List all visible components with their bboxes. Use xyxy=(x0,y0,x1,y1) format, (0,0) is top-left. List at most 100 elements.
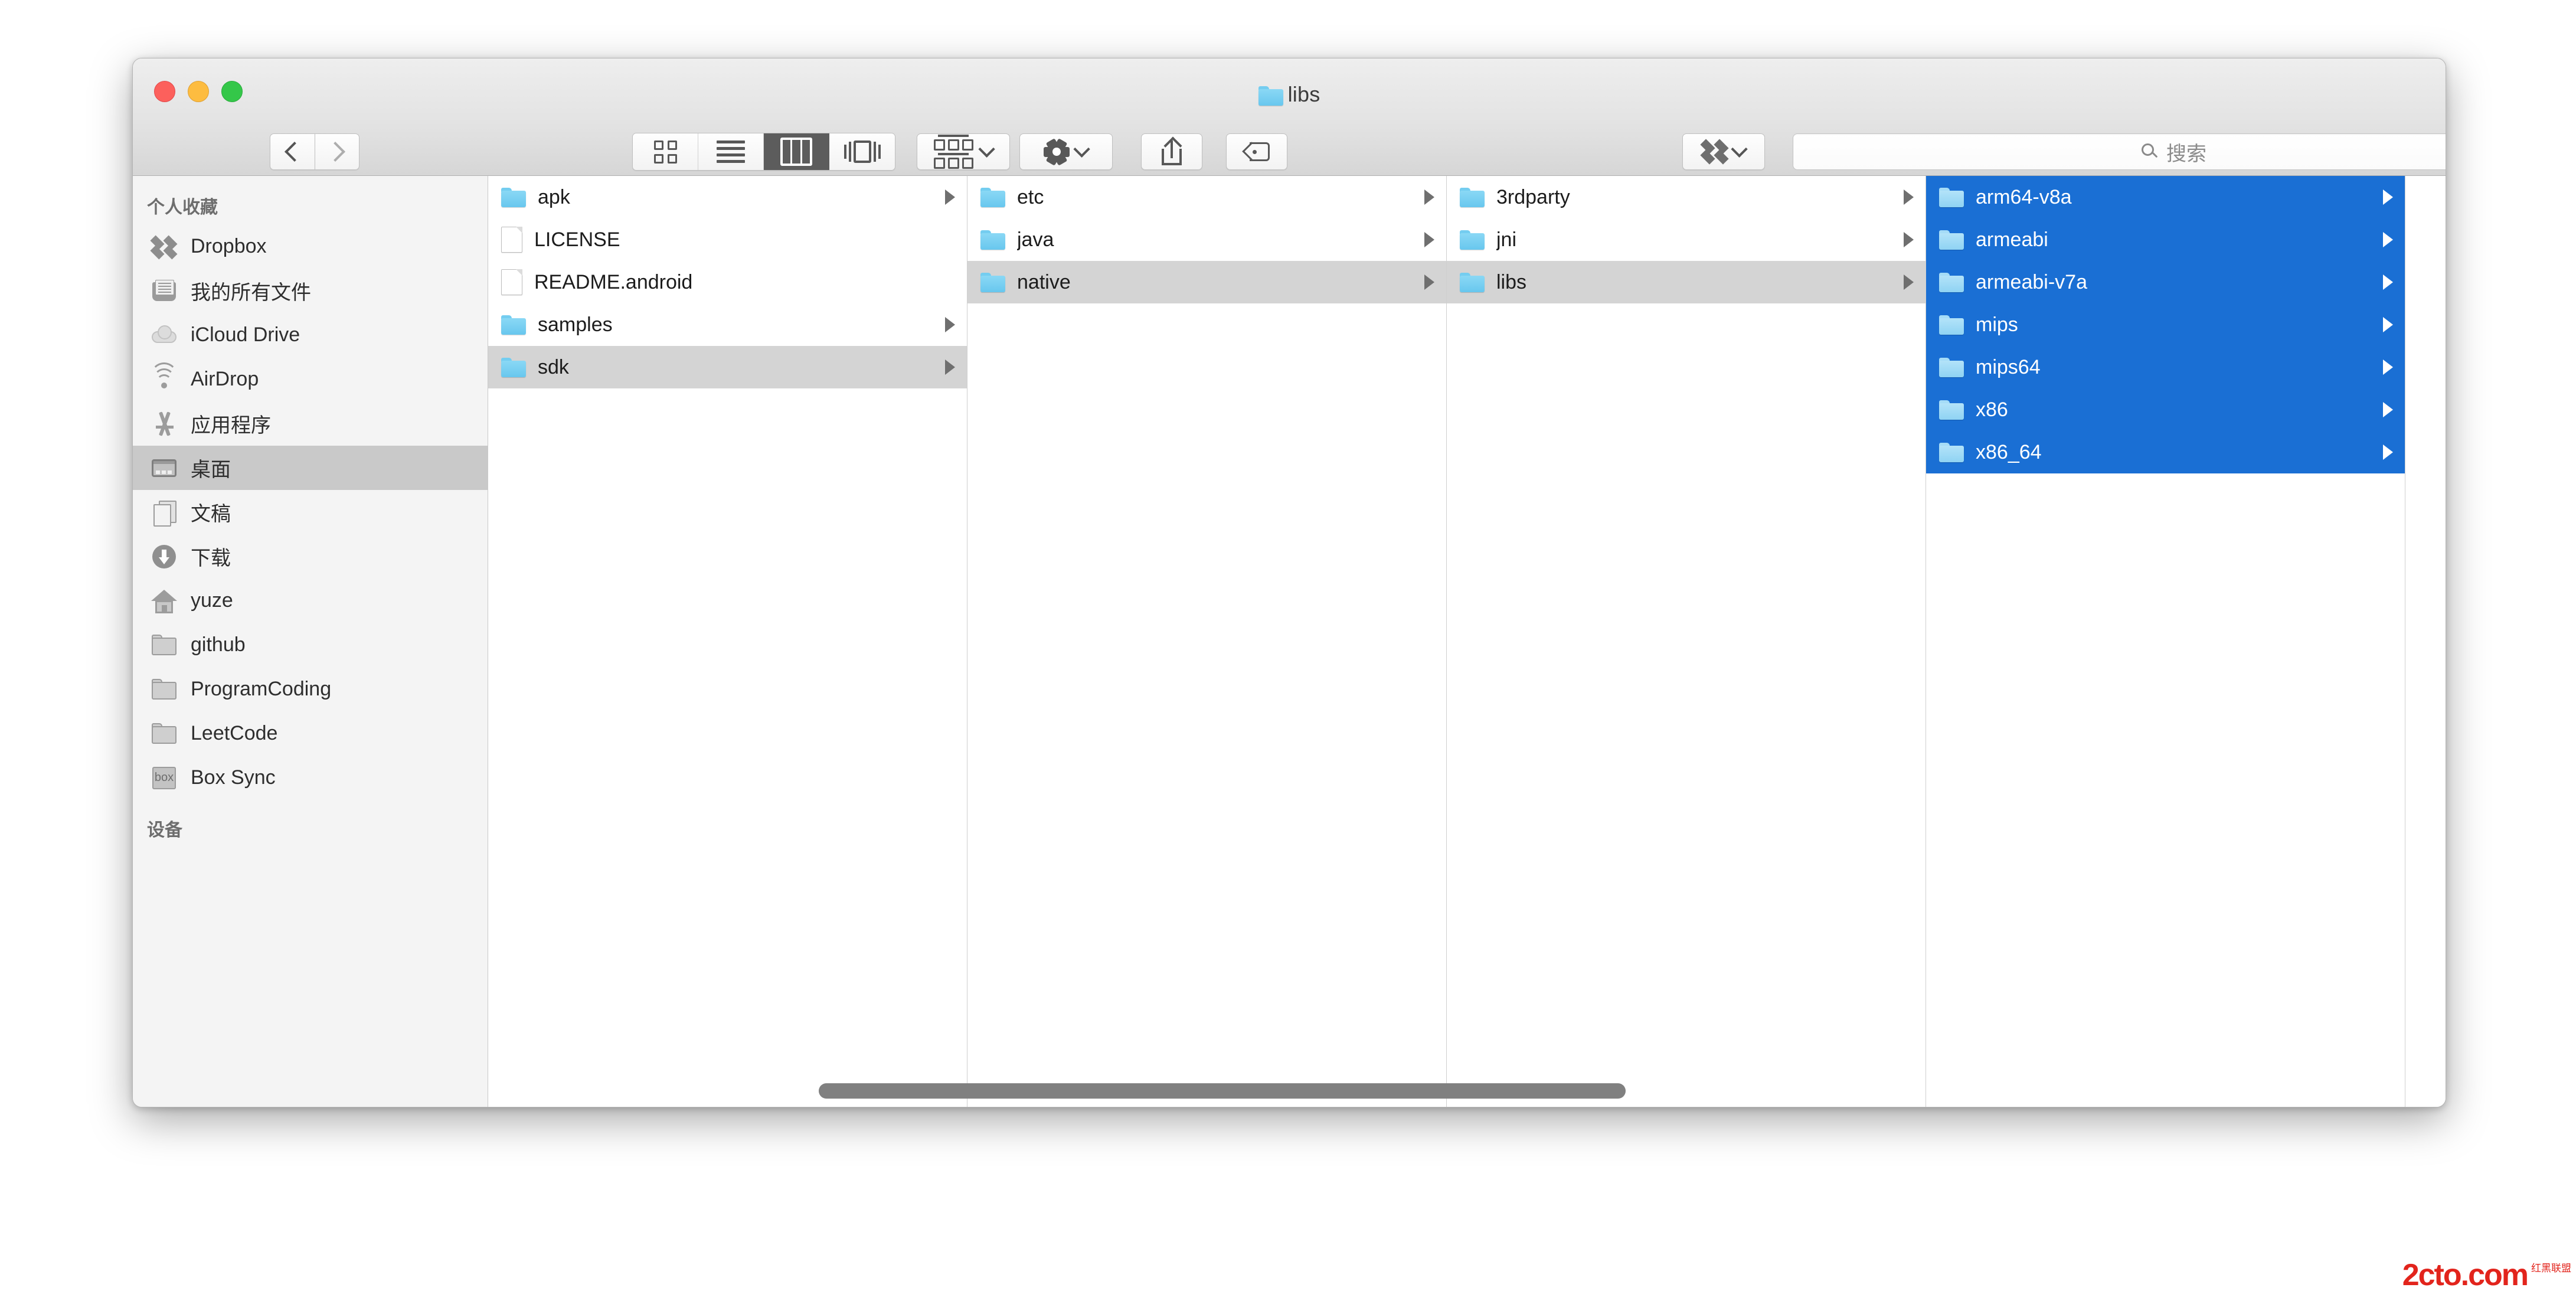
sidebar-item-home[interactable]: yuze xyxy=(133,579,488,623)
disclosure-arrow-icon xyxy=(2383,232,2393,247)
sidebar-item-label: yuze xyxy=(191,589,233,612)
list-item[interactable]: README.android xyxy=(488,261,967,303)
sidebar-item-documents[interactable]: 文稿 xyxy=(133,490,488,534)
folder-icon xyxy=(1939,188,1964,207)
list-item[interactable]: arm64-v8a xyxy=(1926,176,2405,218)
sidebar-item-programcoding[interactable]: ProgramCoding xyxy=(133,667,488,711)
column-4: arm64-v8a armeabi armeabi-v7a mips xyxy=(1926,176,2405,1107)
item-label: sdk xyxy=(538,356,933,379)
sidebar-item-all-my-files[interactable]: 我的所有文件 xyxy=(133,269,488,313)
sidebar-item-label: 我的所有文件 xyxy=(191,276,311,305)
dropbox-icon xyxy=(151,233,178,260)
item-label: native xyxy=(1017,271,1413,294)
item-label: samples xyxy=(538,313,933,336)
sidebar-item-airdrop[interactable]: AirDrop xyxy=(133,357,488,401)
arrange-icon xyxy=(934,135,973,169)
icon-view-button[interactable] xyxy=(633,133,698,170)
watermark-main-text: 2cto.com xyxy=(2402,1260,2528,1290)
tag-button[interactable] xyxy=(1226,133,1287,170)
list-item[interactable]: x86 xyxy=(1926,388,2405,431)
list-item[interactable]: 3rdparty xyxy=(1447,176,1926,218)
sidebar-item-downloads[interactable]: 下载 xyxy=(133,534,488,579)
forward-button[interactable] xyxy=(315,133,359,170)
all-my-files-icon xyxy=(151,277,178,305)
list-item[interactable]: x86_64 xyxy=(1926,431,2405,473)
sidebar: 个人收藏 Dropbox 我的所有文件 iCloud Drive AirDrop… xyxy=(133,176,488,1107)
chevron-down-icon xyxy=(1073,141,1090,158)
list-item[interactable]: armeabi-v7a xyxy=(1926,261,2405,303)
sidebar-item-box-sync[interactable]: box Box Sync xyxy=(133,756,488,800)
list-icon xyxy=(717,140,745,163)
folder-icon xyxy=(1939,400,1964,420)
list-item[interactable]: LICENSE xyxy=(488,218,967,261)
sidebar-item-label: github xyxy=(191,633,246,656)
folder-icon xyxy=(980,273,1005,292)
list-item[interactable]: mips xyxy=(1926,303,2405,346)
list-item[interactable]: native xyxy=(967,261,1446,303)
item-label: jni xyxy=(1496,228,1892,251)
folder-icon xyxy=(980,230,1005,250)
item-label: x86_64 xyxy=(1976,441,2371,464)
disclosure-arrow-icon xyxy=(2383,360,2393,375)
list-item[interactable]: apk xyxy=(488,176,967,218)
item-label: etc xyxy=(1017,186,1413,209)
back-button[interactable] xyxy=(270,133,315,170)
window-title: libs xyxy=(133,82,2446,107)
disclosure-arrow-icon xyxy=(1904,275,1914,290)
sidebar-item-label: 文稿 xyxy=(191,498,231,527)
disclosure-arrow-icon xyxy=(1904,189,1914,205)
applications-icon xyxy=(151,410,178,437)
column-1: apk LICENSE README.android samples xyxy=(488,176,967,1107)
coverflow-view-button[interactable] xyxy=(829,133,895,170)
sidebar-item-icloud-drive[interactable]: iCloud Drive xyxy=(133,313,488,357)
list-item[interactable]: sdk xyxy=(488,346,967,388)
list-item[interactable]: java xyxy=(967,218,1446,261)
list-item[interactable]: libs xyxy=(1447,261,1926,303)
list-item[interactable]: etc xyxy=(967,176,1446,218)
folder-icon xyxy=(501,358,526,377)
folder-icon xyxy=(501,188,526,207)
disclosure-arrow-icon xyxy=(2383,275,2393,290)
disclosure-arrow-icon xyxy=(945,189,955,205)
disclosure-arrow-icon xyxy=(2383,189,2393,205)
disclosure-arrow-icon xyxy=(1424,232,1434,247)
disclosure-arrow-icon xyxy=(2383,317,2393,332)
action-menu-button[interactable] xyxy=(1019,133,1113,170)
sidebar-item-leetcode[interactable]: LeetCode xyxy=(133,711,488,756)
sidebar-item-label: 应用程序 xyxy=(191,409,271,438)
arrange-button[interactable] xyxy=(917,133,1010,170)
item-label: libs xyxy=(1496,271,1892,294)
icloud-icon xyxy=(151,322,178,349)
disclosure-arrow-icon xyxy=(1424,275,1434,290)
folder-icon xyxy=(1939,443,1964,462)
column-3: 3rdparty jni libs xyxy=(1447,176,1926,1107)
sidebar-item-github[interactable]: github xyxy=(133,623,488,667)
list-item[interactable]: mips64 xyxy=(1926,346,2405,388)
search-input[interactable]: 搜索 xyxy=(1793,133,2446,170)
sidebar-item-label: AirDrop xyxy=(191,368,259,391)
document-icon xyxy=(501,269,522,295)
folder-icon xyxy=(151,676,178,703)
window-body: 个人收藏 Dropbox 我的所有文件 iCloud Drive AirDrop… xyxy=(133,176,2446,1107)
list-item[interactable]: jni xyxy=(1447,218,1926,261)
sidebar-item-applications[interactable]: 应用程序 xyxy=(133,401,488,446)
sidebar-item-label: Box Sync xyxy=(191,766,276,789)
list-item[interactable]: armeabi xyxy=(1926,218,2405,261)
sidebar-item-dropbox[interactable]: Dropbox xyxy=(133,224,488,269)
list-view-button[interactable] xyxy=(698,133,764,170)
sidebar-item-desktop[interactable]: 桌面 xyxy=(133,446,488,490)
gear-icon xyxy=(1044,139,1070,165)
item-label: arm64-v8a xyxy=(1976,186,2371,209)
document-icon xyxy=(501,227,522,253)
column-view-button[interactable] xyxy=(764,133,829,170)
grid-icon xyxy=(654,140,677,164)
list-item[interactable]: samples xyxy=(488,303,967,346)
folder-icon xyxy=(151,632,178,659)
disclosure-arrow-icon xyxy=(945,317,955,332)
box-sync-icon: box xyxy=(151,764,178,792)
share-button[interactable] xyxy=(1141,133,1202,170)
sidebar-item-label: ProgramCoding xyxy=(191,678,331,701)
home-icon xyxy=(151,587,178,615)
folder-icon xyxy=(1258,86,1280,103)
dropbox-menu-button[interactable] xyxy=(1682,133,1765,170)
